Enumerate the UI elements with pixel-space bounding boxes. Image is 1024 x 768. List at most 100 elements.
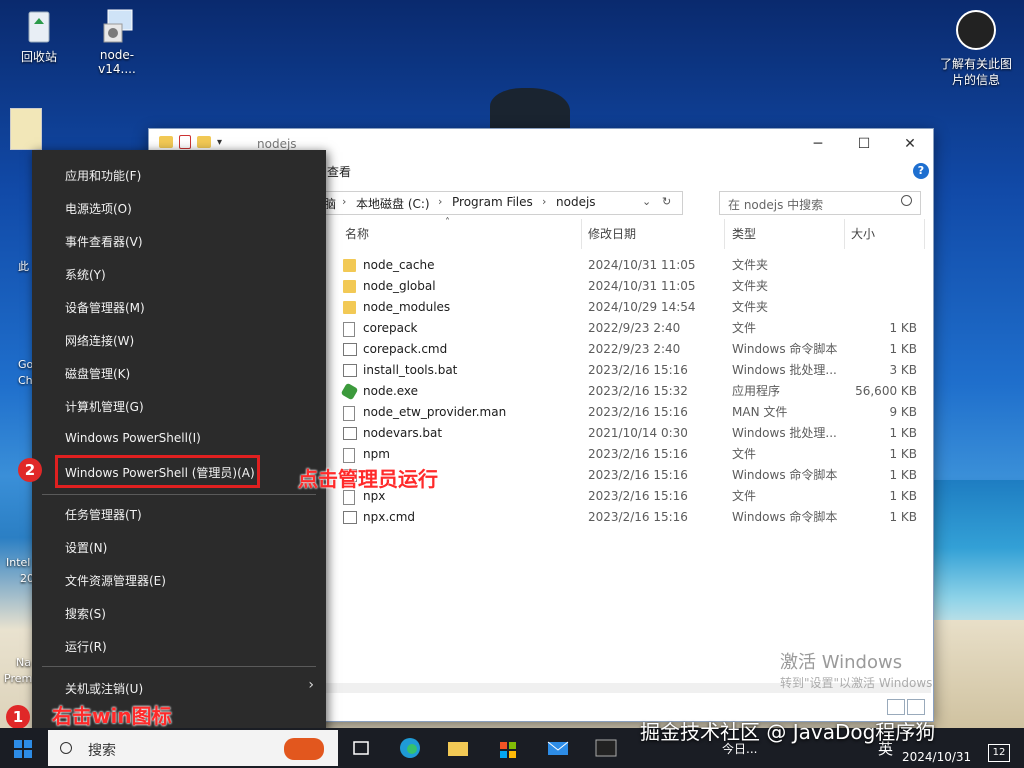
menu-item-search[interactable]: 搜索(S) [65,605,106,622]
menu-item-power-options[interactable]: 电源选项(O) [65,200,132,217]
file-date: 2023/2/16 15:16 [588,468,688,482]
column-header-date[interactable]: 修改日期 [588,225,636,247]
address-bar[interactable]: 脑 › 本地磁盘 (C:) › Program Files › nodejs ⌄… [319,191,683,215]
step-annotation: 右击win图标 [52,704,172,728]
menu-item-event-viewer[interactable]: 事件查看器(V) [65,233,143,250]
taskbar-search-box[interactable]: 搜索 [48,730,338,766]
file-row[interactable]: corepack 2022/9/23 2:40 文件 1 KB [339,318,929,339]
chevron-down-icon[interactable]: ▾ [217,137,222,148]
desktop-icon-node-installer[interactable]: node-v14.... [82,6,152,76]
mail-icon[interactable] [546,736,570,760]
file-type: Windows 命令脚本 [732,510,838,524]
column-header-size[interactable]: 大小 [851,225,875,247]
windows-logo-icon [14,750,22,758]
file-name: install_tools.bat [363,363,458,377]
properties-icon[interactable] [179,135,191,149]
refresh-icon[interactable]: ↻ [662,195,671,208]
step-annotation: 点击管理员运行 [298,467,438,491]
file-date: 2024/10/29 14:54 [588,300,696,314]
tab-view[interactable]: 查看 [327,163,351,180]
file-date: 2023/2/16 15:16 [588,510,688,524]
file-size: 1 KB [889,426,917,440]
menu-item-network-connections[interactable]: 网络连接(W) [65,332,134,349]
menu-item-settings[interactable]: 设置(N) [65,539,107,556]
file-name: npx.cmd [363,510,416,524]
store-icon[interactable] [496,736,520,760]
file-name: corepack [363,321,418,335]
large-icons-view-button[interactable] [907,699,925,715]
chevron-right-icon: › [308,677,314,693]
desktop-icon-recycle-bin[interactable]: 回收站 [4,6,74,65]
column-divider[interactable] [724,219,725,249]
terminal-icon[interactable] [594,736,618,760]
column-header-name[interactable]: 名称 [345,225,369,247]
breadcrumb[interactable]: nodejs [556,195,596,209]
learn-about-picture-icon[interactable]: 了解有关此图片的信息 [938,10,1014,88]
breadcrumb[interactable]: 本地磁盘 (C:) [356,195,430,212]
activate-windows-title: 激活 Windows [780,652,903,673]
search-box[interactable]: 在 nodejs 中搜索 [719,191,921,215]
minimize-button[interactable]: ─ [795,129,841,159]
help-icon[interactable]: ? [913,163,929,179]
menu-item-shutdown-signout[interactable]: 关机或注销(U) [65,680,143,697]
column-divider[interactable] [924,219,925,249]
file-date: 2021/10/14 0:30 [588,426,688,440]
clock-date[interactable]: 2024/10/31 [902,750,971,764]
file-name: node_etw_provider.man [363,405,507,419]
file-size: 9 KB [889,405,917,419]
menu-item-run[interactable]: 运行(R) [65,638,107,655]
start-button[interactable] [14,740,32,758]
menu-item-device-manager[interactable]: 设备管理器(M) [65,299,145,316]
file-row[interactable]: nodevars.bat 2021/10/14 0:30 Windows 批处理..… [339,423,929,444]
column-header-type[interactable]: 类型 [732,225,756,247]
view-toggle [887,699,925,715]
camera-icon [956,10,996,50]
notification-center-button[interactable]: 12 [988,744,1010,762]
file-row[interactable]: install_tools.bat 2023/2/16 15:16 Windows … [339,360,929,381]
file-row[interactable]: node_global 2024/10/31 11:05 文件夹 [339,276,929,297]
file-row[interactable]: npx.cmd 2023/2/16 15:16 Windows 命令脚本 1 KB [339,507,929,528]
file-size: 1 KB [889,321,917,335]
file-size: 1 KB [889,489,917,503]
folder-icon [343,301,356,314]
menu-item-apps-features[interactable]: 应用和功能(F) [65,167,141,184]
file-type: Windows 批处理... [732,426,837,440]
menu-item-task-manager[interactable]: 任务管理器(T) [65,506,142,523]
column-divider[interactable] [581,219,582,249]
file-row[interactable]: node_modules 2024/10/29 14:54 文件夹 [339,297,929,318]
file-explorer-icon[interactable] [446,736,470,760]
windows-logo-icon [24,750,32,758]
edge-icon[interactable] [398,736,422,760]
file-name: nodevars.bat [363,426,443,440]
task-view-icon[interactable] [350,736,374,760]
file-row[interactable]: corepack.cmd 2022/9/23 2:40 Windows 命令脚本 1 … [339,339,929,360]
chevron-down-icon[interactable]: ⌄ [642,195,651,208]
file-date: 2023/2/16 15:16 [588,363,688,377]
search-input[interactable]: 在 nodejs 中搜索 [728,196,823,213]
menu-divider [42,494,316,495]
new-folder-icon[interactable] [197,136,211,148]
file-type: 文件 [732,321,757,335]
maximize-button[interactable]: ☐ [841,129,887,159]
file-date: 2023/2/16 15:16 [588,405,688,419]
file-row[interactable]: node_cache 2024/10/31 11:05 文件夹 [339,255,929,276]
menu-item-powershell[interactable]: Windows PowerShell(I) [65,431,201,445]
close-button[interactable]: ✕ [887,129,933,159]
file-row[interactable]: npm 2023/2/16 15:16 文件 1 KB [339,444,929,465]
menu-item-system[interactable]: 系统(Y) [65,266,106,283]
file-row[interactable]: node.exe 2023/2/16 15:32 应用程序 56,600 KB [339,381,929,402]
desktop-icon-folder[interactable] [4,108,48,152]
menu-item-computer-management[interactable]: 计算机管理(G) [65,398,144,415]
file-type: 文件夹 [732,279,769,293]
folder-icon [159,136,173,148]
file-row[interactable]: node_etw_provider.man 2023/2/16 15:16 MAN … [339,402,929,423]
desktop-icon-label: node-v14.... [98,48,136,76]
recycle-bin-icon [20,6,58,46]
search-icon [60,742,72,754]
wallpaper-sand [930,620,1024,740]
column-divider[interactable] [844,219,845,249]
details-view-button[interactable] [887,699,905,715]
breadcrumb[interactable]: Program Files [452,195,533,209]
menu-item-disk-management[interactable]: 磁盘管理(K) [65,365,130,382]
menu-item-file-explorer[interactable]: 文件资源管理器(E) [65,572,166,589]
